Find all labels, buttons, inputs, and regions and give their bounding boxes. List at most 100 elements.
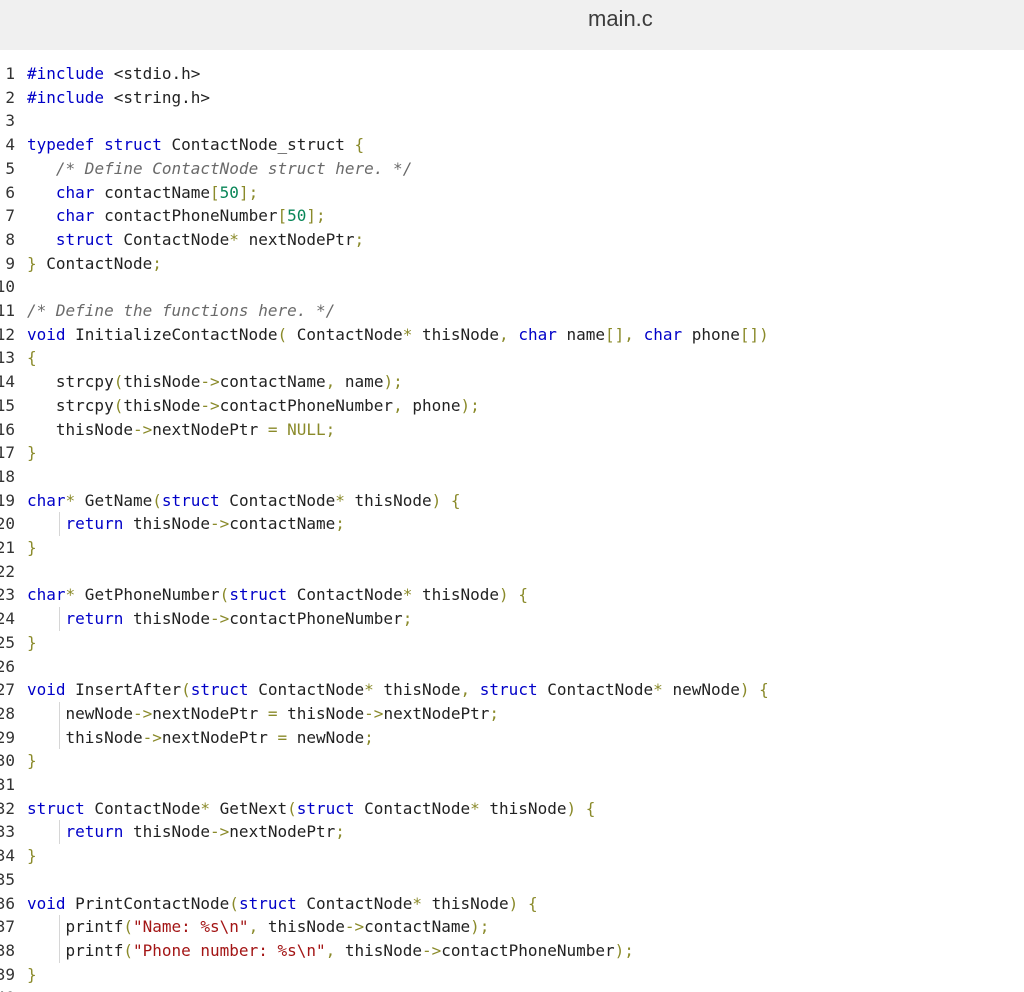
code-line[interactable]: 36 void PrintContactNode(struct ContactNo…: [0, 892, 1024, 916]
code-token: );: [614, 940, 634, 960]
line-number: 37: [0, 917, 15, 937]
code-token: /* Define the functions here. */: [27, 301, 336, 320]
code-token: char: [55, 182, 95, 202]
code-token: nextNodePtr: [152, 419, 268, 439]
code-token: }: [27, 538, 37, 557]
line-number: 22: [0, 561, 15, 581]
code-line[interactable]: 39}: [0, 963, 1024, 987]
code-token: thisNode: [123, 609, 211, 629]
code-line[interactable]: 26: [0, 655, 1024, 679]
code-token: thisNode: [258, 917, 345, 937]
code-line[interactable]: 20 return thisNode->contactName;: [0, 512, 1024, 536]
line-number: 16: [0, 419, 15, 439]
code-token: ->: [344, 917, 365, 937]
code-line[interactable]: 23 char* GetPhoneNumber(struct ContactNod…: [0, 583, 1024, 607]
code-area[interactable]: 1 #include <stdio.h> 2 #include <string.h> 3…: [0, 62, 1024, 992]
code-line[interactable]: 16 thisNode->nextNodePtr = NULL;: [0, 418, 1024, 442]
code-line[interactable]: 2 #include <string.h>: [0, 86, 1024, 110]
code-line[interactable]: 9} ContactNode;: [0, 252, 1024, 276]
code-token: thisNode: [421, 893, 509, 913]
line-code: char contactName[50];: [27, 181, 258, 205]
line-number: 18: [0, 466, 15, 486]
code-line[interactable]: 40: [0, 986, 1024, 992]
code-token: *: [65, 490, 76, 510]
code-token: ->: [364, 703, 384, 723]
code-line[interactable]: 15 strcpy(thisNode->contactPhoneNumber, …: [0, 394, 1024, 418]
code-token: strcpy: [27, 395, 114, 415]
code-token: ContactNode: [248, 680, 365, 700]
code-line[interactable]: 22: [0, 560, 1024, 584]
code-token: (: [219, 585, 230, 605]
code-line[interactable]: 6 char contactName[50];: [0, 181, 1024, 205]
line-code: } ContactNode;: [27, 252, 162, 276]
code-token: #include: [27, 87, 105, 107]
code-line[interactable]: 29 thisNode->nextNodePtr = newNode;: [0, 725, 1024, 750]
code-line[interactable]: 27 void InsertAfter(struct ContactNode* t…: [0, 678, 1024, 702]
code-line[interactable]: 4 typedef struct ContactNode_struct {: [0, 133, 1024, 157]
code-line[interactable]: 37 printf("Name: %s\n", thisNode->contac…: [0, 915, 1024, 939]
code-line[interactable]: 31: [0, 773, 1024, 797]
code-line[interactable]: 21}: [0, 536, 1024, 560]
code-token: ,: [460, 680, 471, 700]
line-number: 12: [0, 324, 15, 344]
code-line[interactable]: 11 /* Define the functions here. */: [0, 299, 1024, 323]
code-token: thisNode: [335, 940, 422, 960]
code-line[interactable]: 30}: [0, 749, 1024, 773]
code-token: struct: [238, 893, 297, 913]
line-number: 28: [0, 703, 15, 723]
code-token: ,: [325, 372, 336, 392]
code-line[interactable]: 34}: [0, 844, 1024, 868]
code-line[interactable]: 8 struct ContactNode* nextNodePtr;: [0, 228, 1024, 252]
code-token: struct: [229, 585, 288, 605]
code-token: thisNode: [373, 680, 461, 700]
line-code: char contactPhoneNumber[50];: [27, 204, 326, 228]
code-line[interactable]: 3: [0, 109, 1024, 133]
code-token: ContactNode: [537, 680, 654, 700]
code-token: ->: [421, 940, 442, 960]
line-code: struct ContactNode* nextNodePtr;: [27, 228, 364, 252]
code-token: =: [277, 727, 288, 747]
code-line[interactable]: 33 return thisNode->nextNodePtr;: [0, 820, 1024, 845]
code-line[interactable]: 25}: [0, 631, 1024, 655]
line-number: 23: [0, 585, 15, 605]
code-line[interactable]: 7 char contactPhoneNumber[50];: [0, 204, 1024, 228]
code-token: );: [470, 917, 490, 937]
code-line[interactable]: 38 printf("Phone number: %s\n", thisNode…: [0, 938, 1024, 963]
code-token: #include: [27, 64, 105, 83]
code-line[interactable]: 1 #include <stdio.h>: [0, 62, 1024, 86]
code-token: contactName: [364, 917, 471, 937]
code-line[interactable]: 14 strcpy(thisNode->contactName, name);: [0, 370, 1024, 394]
line-number: 4: [5, 135, 15, 155]
code-line[interactable]: 28 newNode->nextNodePtr = thisNode->next…: [0, 701, 1024, 726]
code-line[interactable]: 10: [0, 275, 1024, 299]
code-line[interactable]: 17}: [0, 441, 1024, 465]
code-token: {: [527, 893, 538, 913]
code-token: contactPhoneNumber: [94, 206, 278, 226]
code-line[interactable]: 32 struct ContactNode* GetNext(struct Con…: [0, 797, 1024, 821]
line-number: 31: [0, 775, 15, 794]
code-token: return: [65, 609, 124, 629]
code-line[interactable]: 35: [0, 868, 1024, 892]
line-code: printf("Name: %s\n", thisNode->contactNa…: [27, 915, 490, 939]
code-token: ): [431, 490, 442, 510]
code-token: (: [152, 490, 162, 510]
code-token: }: [27, 443, 37, 463]
code-line[interactable]: 12 void InitializeContactNode( ContactNod…: [0, 323, 1024, 347]
code-token: }: [27, 632, 37, 652]
code-line[interactable]: 19 char* GetName(struct ContactNode* this…: [0, 489, 1024, 513]
code-line[interactable]: 18: [0, 465, 1024, 489]
code-token: struct: [190, 680, 249, 700]
code-token: {: [759, 680, 769, 700]
code-token: (: [113, 395, 124, 415]
code-line[interactable]: 5 /* Define ContactNode struct here. */: [0, 157, 1024, 181]
code-token: ContactNode_struct: [161, 135, 355, 155]
line-code: void InsertAfter(struct ContactNode* thi…: [27, 678, 769, 702]
code-token: thisNode: [123, 822, 211, 842]
code-line[interactable]: 24 return thisNode->contactPhoneNumber;: [0, 607, 1024, 631]
code-line[interactable]: 13 {: [0, 346, 1024, 370]
